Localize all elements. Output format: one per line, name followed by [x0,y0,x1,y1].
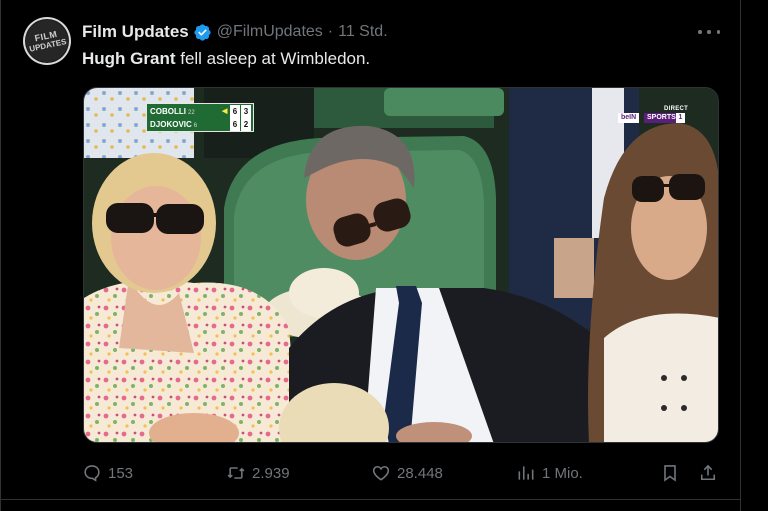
share-icon [700,464,716,481]
player2-set2-score: 2 [241,118,251,131]
bookmark-button[interactable] [660,462,680,484]
photo-scene [84,88,718,442]
like-button[interactable]: 28.448 [371,462,443,484]
player1-set1-score: 6 [230,105,240,118]
reply-icon [84,465,100,482]
share-button[interactable] [698,462,718,484]
match-scoreboard: COBOLLI 22 ◀ 6 3 DJOKOVIC 6 6 2 [146,103,254,132]
player1-seed: 22 [188,110,195,116]
view-count: 1 Mio. [542,464,583,482]
broadcast-status: DIRECT [664,106,689,112]
post-text-bold: Hugh Grant [82,49,176,68]
broadcaster-logo: DIRECT beIN SPORTS 1 [618,106,716,126]
player1-name: COBOLLI [150,107,186,116]
broadcaster-logo-left: beIN [618,113,640,123]
post-text: Hugh Grant fell asleep at Wimbledon. [82,48,370,70]
scoreboard-row-player1: COBOLLI 22 ◀ 6 3 [150,105,252,118]
author-name[interactable]: Film Updates [82,22,189,42]
author-avatar[interactable]: FILM UPDATES [23,17,71,65]
broadcaster-channel: 1 [676,113,685,123]
post-media-image[interactable]: COBOLLI 22 ◀ 6 3 DJOKOVIC 6 6 2 DIRECT beI… [83,87,719,443]
views-button[interactable]: 1 Mio. [516,462,583,484]
reply-count: 153 [108,464,134,482]
post-timestamp[interactable]: 11 Std. [338,23,388,41]
heart-icon [372,465,390,481]
serve-indicator-icon: ◀ [222,108,228,115]
player1-set2-score: 3 [241,105,251,118]
author-handle[interactable]: @FilmUpdates [217,23,323,41]
player2-seed: 6 [193,123,198,129]
timeline-border-right [740,0,741,511]
post-header: Film Updates @FilmUpdates · 11 Std. [82,21,388,43]
player2-name: DJOKOVIC [150,120,192,129]
repost-count: 2.939 [252,464,290,482]
avatar-logo: FILM UPDATES [23,17,71,65]
repost-button[interactable]: 2.939 [226,462,290,484]
broadcaster-logo-right: SPORTS [644,113,679,123]
header-separator: · [327,23,334,40]
verified-badge-icon[interactable] [193,23,212,42]
timeline-border-left [0,0,1,511]
player2-set1-score: 6 [230,118,240,131]
views-chart-icon [518,466,534,480]
scoreboard-row-player2: DJOKOVIC 6 6 2 [150,118,252,131]
post-action-bar: 153 2.939 28.448 1 Mio. [82,462,722,484]
reply-button[interactable]: 153 [82,462,133,484]
post-divider [1,499,740,500]
repost-icon [227,467,245,479]
post-text-rest: fell asleep at Wimbledon. [175,49,371,68]
more-options-icon[interactable] [698,22,720,42]
bookmark-icon [664,465,676,482]
like-count: 28.448 [397,464,443,482]
